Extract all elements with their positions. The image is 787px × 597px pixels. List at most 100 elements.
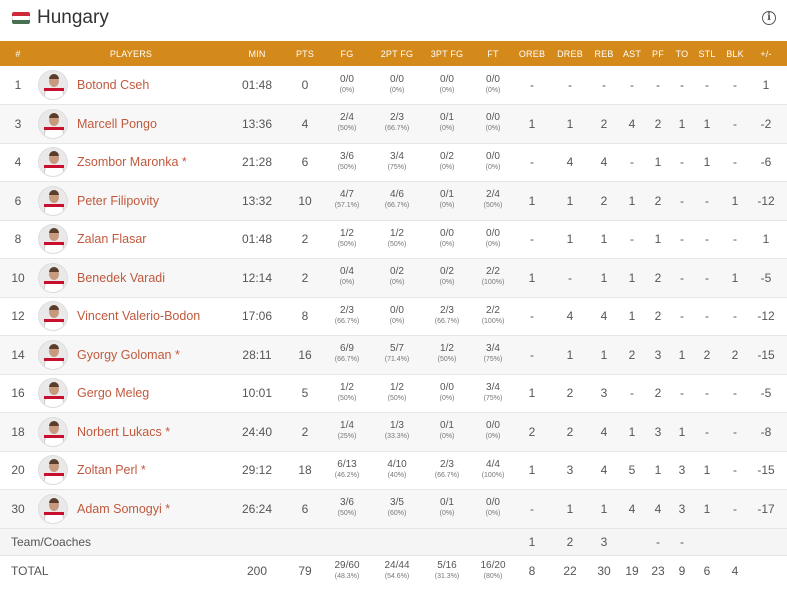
stat-ast: 1 — [628, 424, 636, 439]
avatar[interactable] — [38, 339, 68, 370]
avatar[interactable] — [38, 416, 68, 447]
total-stat-stl: 6 — [703, 564, 711, 579]
player-name-link[interactable]: Peter Filipovity — [77, 194, 159, 208]
free-throws-percentage: (0%) — [485, 125, 501, 133]
field-goals-made-attempted: 6/13 — [337, 458, 357, 470]
player-name-link[interactable]: Gyorgy Goloman * — [77, 348, 180, 362]
two-point-fg-made-attempted: 0/0 — [390, 304, 404, 316]
total-free-throws-percentage: (80%) — [483, 572, 503, 580]
total-stat-ast: 19 — [625, 564, 639, 579]
avatar[interactable] — [38, 147, 68, 178]
stat-oreb: 1 — [528, 193, 536, 208]
stat-pm: -12 — [757, 309, 775, 324]
player-name-link[interactable]: Adam Somogyi * — [77, 502, 170, 516]
player-name-link[interactable]: Marcell Pongo — [77, 117, 157, 131]
field-goals: 4/7 (57.1%) — [322, 182, 372, 221]
stat-pf: 1 — [654, 463, 662, 478]
avatar[interactable] — [38, 301, 68, 332]
player-number: 3 — [14, 116, 22, 131]
stat-pm: 1 — [762, 78, 770, 92]
table-row: 3 Marcell Pongo 13:36 4 2/4 (50%) 2/3 (66.7%) 0/… — [0, 104, 787, 144]
player-name-link[interactable]: Norbert Lukacs * — [77, 425, 170, 439]
field-goals: 6/13 (46.2%) — [322, 451, 372, 490]
column-header-min[interactable]: MIN — [226, 41, 288, 66]
stat-eff: 18 — [782, 336, 787, 375]
stat-stl: - — [705, 309, 709, 324]
field-goals: 2/4 (50%) — [322, 105, 372, 144]
three-point-fg-made-attempted: 1/2 — [440, 343, 454, 355]
column-header-oreb[interactable]: OREB — [514, 41, 550, 66]
total-two-point-fg-percentage: (54.6%) — [384, 572, 410, 580]
two-point-fg-made-attempted: 3/5 — [390, 497, 404, 509]
avatar[interactable] — [38, 70, 68, 100]
avatar[interactable] — [38, 455, 68, 486]
column-header-plus-minus[interactable]: +/- — [750, 41, 782, 66]
column-header-3pt-fg[interactable]: 3PT FG — [422, 41, 472, 66]
column-header-dreb[interactable]: DREB — [550, 41, 590, 66]
stat-pm: -12 — [757, 193, 775, 208]
player-number: 10 — [11, 270, 25, 285]
player-name-link[interactable]: Benedek Varadi — [77, 271, 165, 285]
two-point-fg: 4/6 (66.7%) — [372, 182, 422, 221]
stat-eff: 2 — [782, 220, 787, 259]
free-throws-percentage: (100%) — [481, 279, 505, 287]
field-goals-made-attempted: 3/6 — [340, 150, 354, 162]
stat-eff: 8 — [782, 105, 787, 144]
column-header-blk[interactable]: BLK — [720, 41, 750, 66]
info-icon[interactable]: i — [762, 11, 776, 25]
column-header-ft[interactable]: FT — [472, 41, 514, 66]
column-header-reb[interactable]: REB — [590, 41, 618, 66]
three-point-fg-made-attempted: 0/1 — [440, 112, 454, 124]
column-header-pf[interactable]: PF — [646, 41, 670, 66]
field-goals-percentage: (50%) — [337, 125, 357, 133]
free-throws: 0/0 (0%) — [472, 490, 514, 529]
column-header-stl[interactable]: STL — [694, 41, 720, 66]
stat-stl: 1 — [703, 463, 711, 478]
stat-blk: - — [733, 501, 737, 516]
stat-blk: 2 — [731, 347, 739, 362]
total-minutes: 200 — [246, 564, 268, 579]
minutes: 24:40 — [241, 424, 273, 439]
stat-dreb: 2 — [566, 386, 574, 401]
three-point-fg-made-attempted: 0/0 — [440, 73, 454, 85]
two-point-fg-made-attempted: 0/2 — [390, 266, 404, 278]
player-name-link[interactable]: Zalan Flasar — [77, 232, 146, 246]
total-stat-reb: 30 — [597, 564, 611, 579]
team-coaches-row: Team/Coaches 1 2 3 - - 91 — [0, 528, 787, 555]
stat-pf: 1 — [654, 232, 662, 247]
minutes: 13:36 — [241, 116, 273, 131]
minutes: 10:01 — [241, 386, 273, 401]
player-name-link[interactable]: Gergo Meleg — [77, 386, 149, 400]
stat-to: 1 — [678, 424, 686, 439]
column-header-2pt-fg[interactable]: 2PT FG — [372, 41, 422, 66]
avatar[interactable] — [38, 224, 68, 255]
avatar[interactable] — [38, 493, 68, 524]
avatar[interactable] — [38, 378, 68, 409]
column-header-players[interactable]: PLAYERS — [36, 41, 226, 66]
free-throws-made-attempted: 0/0 — [486, 112, 500, 124]
field-goals-percentage: (66.7%) — [334, 317, 360, 325]
player-name-link[interactable]: Zsombor Maronka * — [77, 155, 187, 169]
column-header-eff[interactable]: EFF — [782, 41, 787, 66]
player-name-link[interactable]: Vincent Valerio-Bodon — [77, 309, 200, 323]
player-name-link[interactable]: Zoltan Perl * — [77, 463, 146, 477]
stat-ast: - — [630, 386, 634, 401]
three-point-fg-percentage: (0%) — [439, 125, 455, 133]
column-header-fg[interactable]: FG — [322, 41, 372, 66]
column-header-number[interactable]: # — [0, 41, 36, 66]
column-header-to[interactable]: TO — [670, 41, 694, 66]
free-throws: 3/4 (75%) — [472, 336, 514, 375]
stat-ast: - — [630, 155, 634, 170]
column-header-pts[interactable]: PTS — [288, 41, 322, 66]
avatar[interactable] — [38, 185, 68, 216]
avatar[interactable] — [38, 108, 68, 139]
column-header-ast[interactable]: AST — [618, 41, 646, 66]
total-stat-dreb: 22 — [563, 564, 577, 579]
stat-to: - — [680, 155, 684, 170]
empty-cell — [322, 528, 372, 555]
player-name-link[interactable]: Botond Cseh — [77, 78, 149, 92]
player-cell: Vincent Valerio-Bodon — [36, 297, 226, 336]
player-cell: Gergo Meleg — [36, 374, 226, 413]
stat-oreb: 1 — [528, 463, 536, 478]
avatar[interactable] — [38, 262, 68, 293]
